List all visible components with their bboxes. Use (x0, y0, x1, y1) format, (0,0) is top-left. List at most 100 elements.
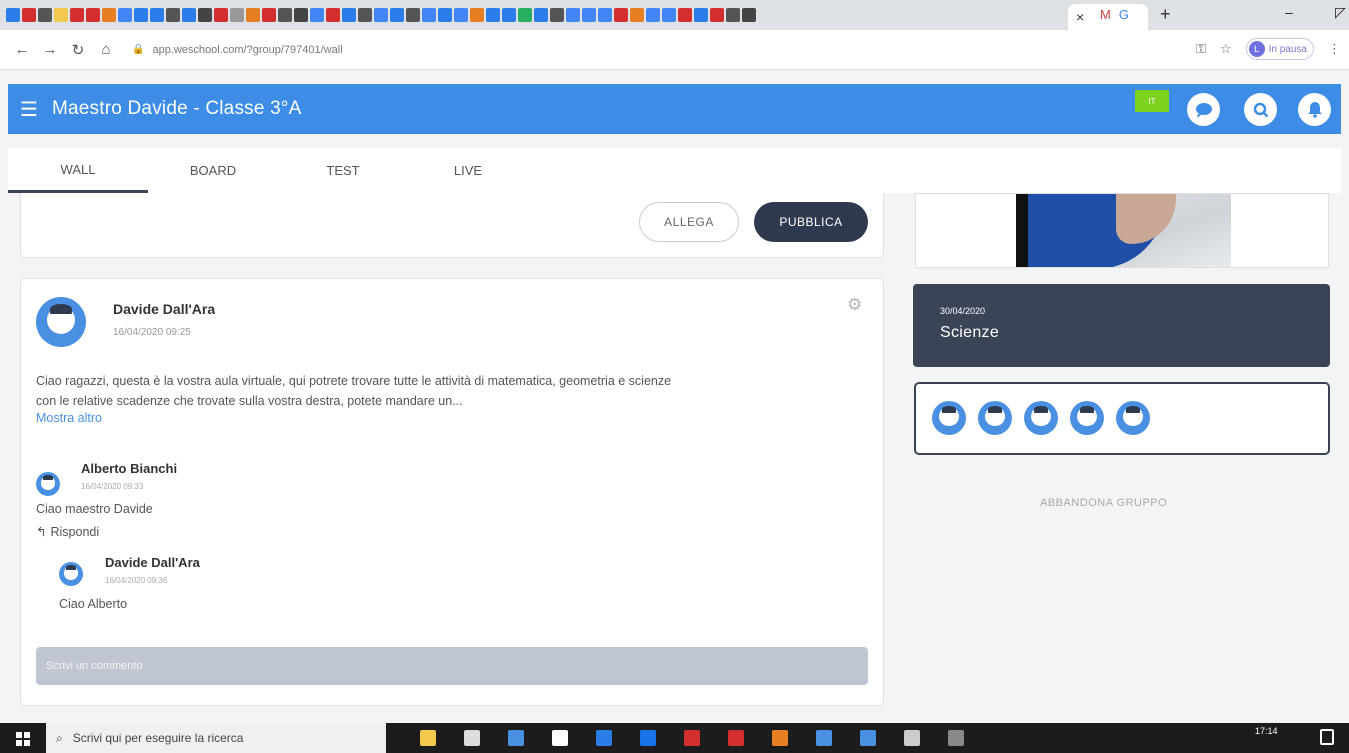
taskbar-app-icon[interactable] (508, 730, 524, 746)
browser-tab-favicon-icon[interactable] (54, 8, 68, 22)
browser-tab-favicon-icon[interactable] (278, 8, 292, 22)
gear-icon[interactable]: ⚙ (847, 295, 862, 315)
taskbar-app-icon[interactable] (772, 730, 788, 746)
browser-tab-favicon-icon[interactable] (150, 8, 164, 22)
member-avatar[interactable] (1070, 401, 1104, 435)
browser-tab-favicon-icon[interactable] (438, 8, 452, 22)
browser-extra-tabs[interactable]: M G (1100, 7, 1129, 22)
google-tab-icon[interactable]: G (1119, 7, 1129, 22)
browser-tab-favicon-icon[interactable] (198, 8, 212, 22)
language-flag[interactable]: IT (1135, 90, 1169, 112)
browser-tab-favicon-icon[interactable] (566, 8, 580, 22)
tab-test[interactable]: TEST (278, 148, 408, 193)
comment-author[interactable]: Davide Dall'Ara (105, 555, 200, 570)
browser-tab-favicon-icon[interactable] (630, 8, 644, 22)
tab-live[interactable]: LIVE (408, 148, 528, 193)
browser-tab-favicon-icon[interactable] (358, 8, 372, 22)
member-avatar[interactable] (1024, 401, 1058, 435)
tab-board[interactable]: BOARD (148, 148, 278, 193)
browser-tab-favicon-icon[interactable] (86, 8, 100, 22)
browser-tab-favicon-icon[interactable] (454, 8, 468, 22)
browser-tab-favicon-icon[interactable] (102, 8, 116, 22)
taskbar-app-icon[interactable] (904, 730, 920, 746)
avatar[interactable] (36, 472, 60, 496)
taskbar-app-icon[interactable] (948, 730, 964, 746)
close-tab-icon[interactable]: × (1076, 9, 1084, 25)
reload-icon[interactable]: ↻ (64, 41, 92, 59)
browser-tab-favicon-icon[interactable] (550, 8, 564, 22)
taskbar-search[interactable]: ⌕ Scrivi qui per eseguire la ricerca (46, 723, 386, 753)
taskbar-clock[interactable]: 17:14 (1255, 726, 1278, 736)
browser-tab-favicon-icon[interactable] (230, 8, 244, 22)
member-avatar[interactable] (1116, 401, 1150, 435)
browser-tab-favicon-icon[interactable] (6, 8, 20, 22)
notification-center-icon[interactable] (1320, 729, 1334, 745)
browser-tab-favicon-icon[interactable] (22, 8, 36, 22)
taskbar-app-icon[interactable] (816, 730, 832, 746)
browser-tab-favicon-icon[interactable] (214, 8, 228, 22)
taskbar-app-icon[interactable] (728, 730, 744, 746)
browser-tab-favicon-icon[interactable] (326, 8, 340, 22)
forward-arrow-icon[interactable]: → (36, 41, 64, 58)
show-more-link[interactable]: Mostra altro (36, 411, 102, 425)
windows-start-icon[interactable] (16, 732, 30, 746)
minimize-icon[interactable]: – (1285, 4, 1293, 20)
tab-wall[interactable]: WALL (8, 148, 148, 193)
browser-tab-favicon-icon[interactable] (742, 8, 756, 22)
browser-tab-favicon-icon[interactable] (134, 8, 148, 22)
home-icon[interactable]: ⌂ (92, 41, 120, 58)
publish-button[interactable]: PUBBLICA (754, 202, 868, 242)
new-tab-button[interactable]: + (1160, 4, 1171, 25)
browser-tab-favicon-icon[interactable] (422, 8, 436, 22)
taskbar-app-icon[interactable] (640, 730, 656, 746)
bookmark-star-icon[interactable]: ☆ (1220, 41, 1232, 57)
browser-tab-favicon-icon[interactable] (182, 8, 196, 22)
browser-tab-favicon-icon[interactable] (38, 8, 52, 22)
browser-tab-favicon-icon[interactable] (118, 8, 132, 22)
browser-menu-icon[interactable]: ⋮ (1328, 41, 1341, 57)
back-arrow-icon[interactable]: ← (8, 41, 36, 58)
taskbar-app-icon[interactable] (552, 730, 568, 746)
browser-tab-favicon-icon[interactable] (582, 8, 596, 22)
browser-tab-favicon-icon[interactable] (726, 8, 740, 22)
browser-tab-favicon-icon[interactable] (470, 8, 484, 22)
browser-tab-favicon-icon[interactable] (662, 8, 676, 22)
browser-tab-favicon-icon[interactable] (678, 8, 692, 22)
comment-author[interactable]: Alberto Bianchi (81, 461, 177, 476)
member-avatar[interactable] (978, 401, 1012, 435)
browser-tab-favicon-icon[interactable] (294, 8, 308, 22)
deadline-card[interactable]: 30/04/2020 Scienze (913, 284, 1330, 367)
leave-group-link[interactable]: ABBANDONA GRUPPO (1040, 497, 1167, 509)
member-avatar[interactable] (932, 401, 966, 435)
key-icon[interactable]: ⚿ (1196, 41, 1206, 57)
browser-tab-favicon-icon[interactable] (710, 8, 724, 22)
avatar[interactable] (59, 562, 83, 586)
post-author[interactable]: Davide Dall'Ara (113, 301, 215, 317)
browser-tabs[interactable] (6, 4, 1076, 26)
profile-button[interactable]: L In pausa (1245, 38, 1314, 60)
comment-input[interactable] (36, 647, 868, 685)
gmail-tab-icon[interactable]: M (1100, 7, 1111, 22)
taskbar-app-icon[interactable] (596, 730, 612, 746)
reply-button[interactable]: ↰ Rispondi (36, 524, 99, 540)
taskbar-app-icon[interactable] (684, 730, 700, 746)
browser-tab-favicon-icon[interactable] (518, 8, 532, 22)
taskbar-app-icon[interactable] (420, 730, 436, 746)
browser-tab-favicon-icon[interactable] (598, 8, 612, 22)
attach-button[interactable]: ALLEGA (639, 202, 739, 242)
browser-tab-favicon-icon[interactable] (406, 8, 420, 22)
taskbar-app-icon[interactable] (464, 730, 480, 746)
browser-tab-favicon-icon[interactable] (342, 8, 356, 22)
search-button[interactable] (1244, 93, 1277, 126)
chat-button[interactable] (1187, 93, 1220, 126)
notifications-button[interactable] (1298, 93, 1331, 126)
avatar[interactable] (36, 297, 86, 347)
taskbar-app-icon[interactable] (860, 730, 876, 746)
browser-tab-favicon-icon[interactable] (166, 8, 180, 22)
browser-tab-favicon-icon[interactable] (262, 8, 276, 22)
browser-tab-favicon-icon[interactable] (70, 8, 84, 22)
browser-tab-favicon-icon[interactable] (486, 8, 500, 22)
browser-tab-favicon-icon[interactable] (614, 8, 628, 22)
browser-tab-favicon-icon[interactable] (374, 8, 388, 22)
browser-tab-favicon-icon[interactable] (502, 8, 516, 22)
